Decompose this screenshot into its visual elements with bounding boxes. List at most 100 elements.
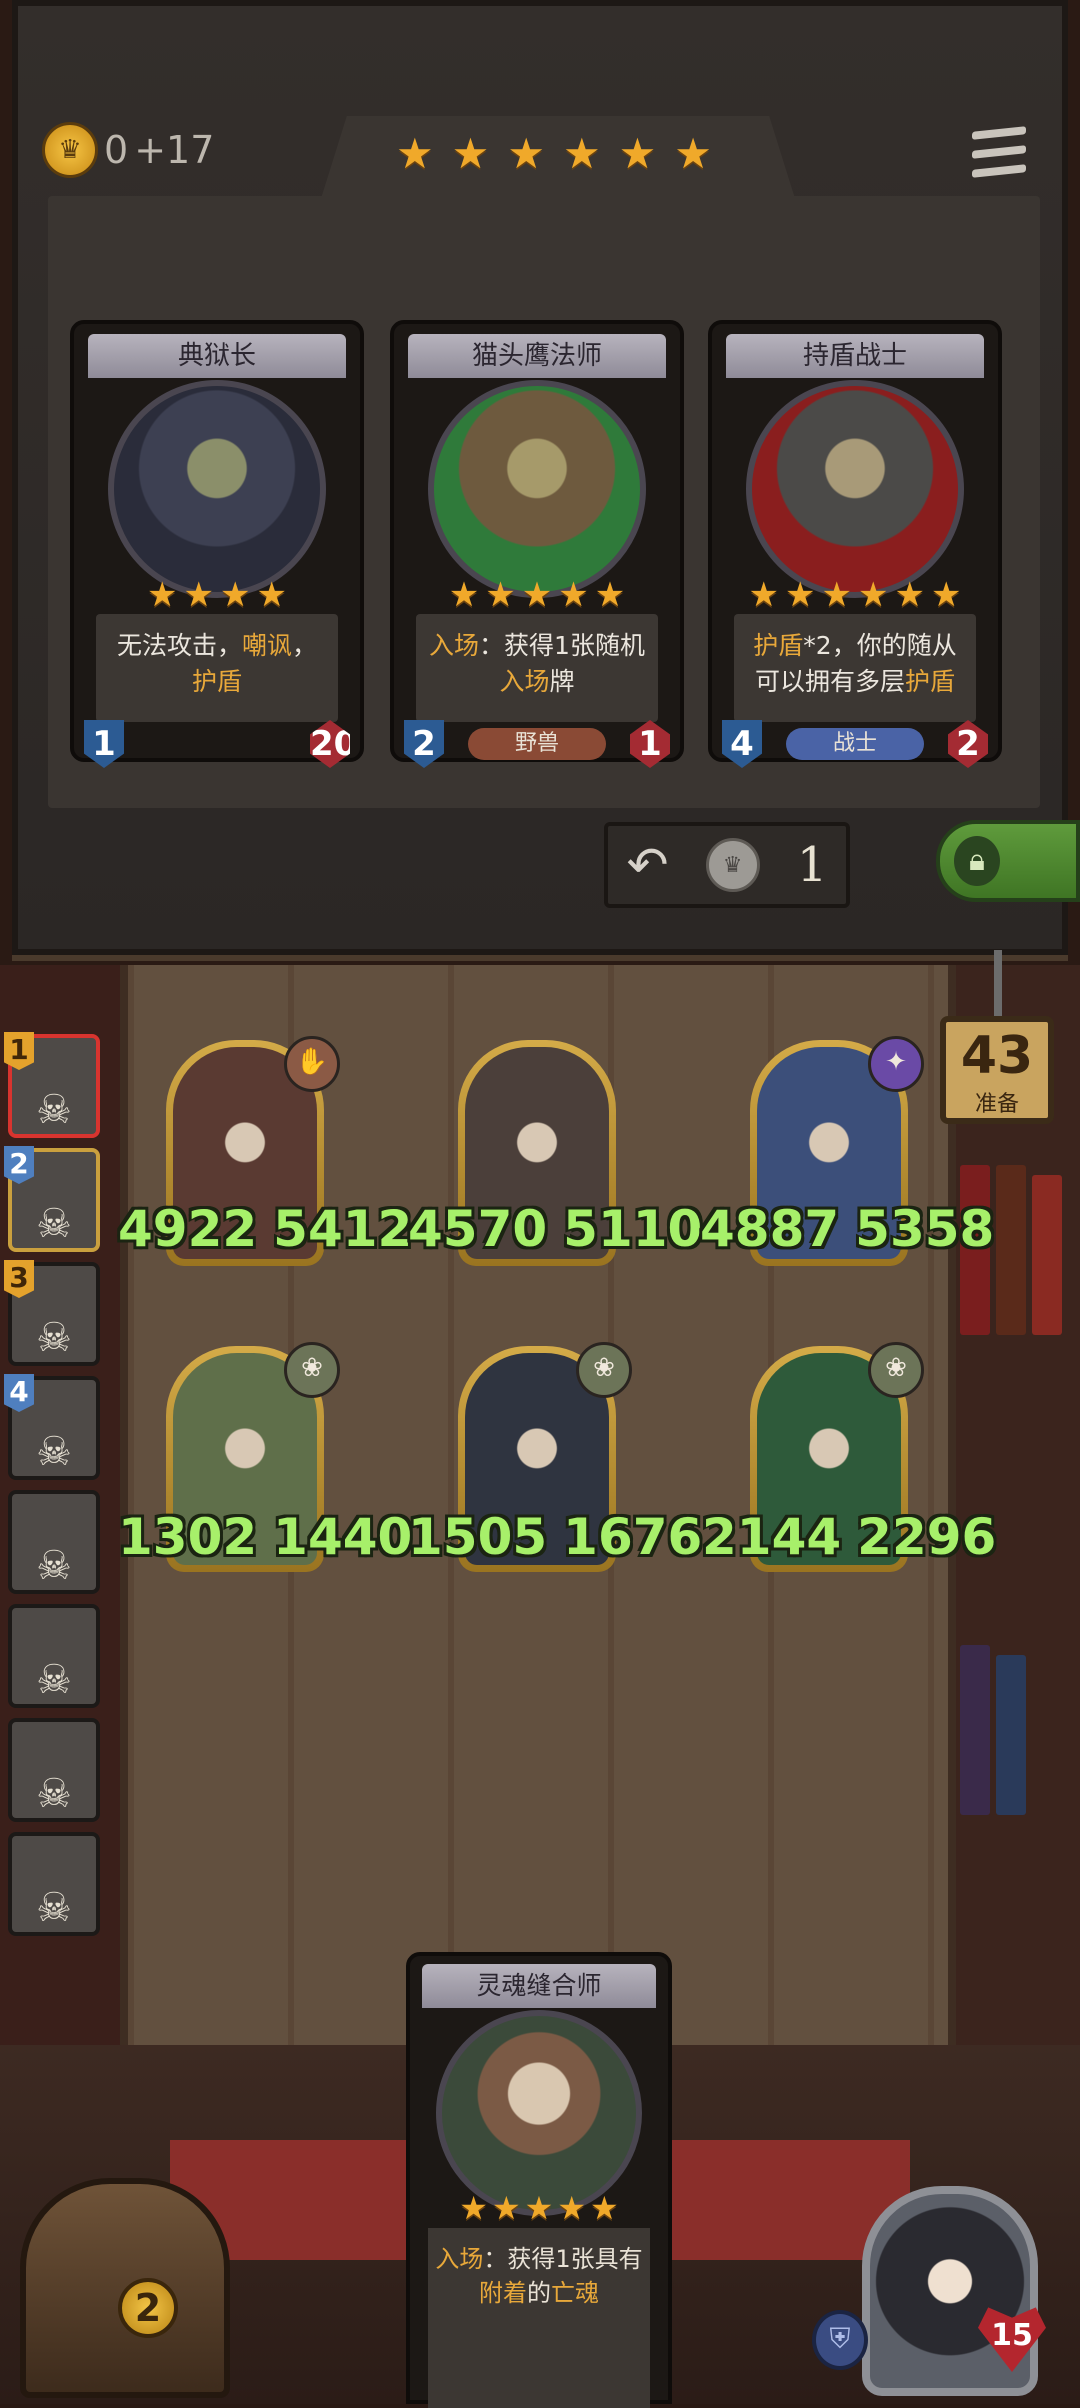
opponent-portrait[interactable]: ☠: [8, 1490, 100, 1594]
skull-icon: ☠: [36, 1657, 72, 1703]
description-text: 无法攻击，: [116, 631, 242, 660]
keyword-text: 护盾: [753, 631, 804, 660]
minion-attack: 1505: [408, 1508, 548, 1566]
opponent-portrait[interactable]: 2 ☠: [4, 1146, 100, 1252]
menu-icon[interactable]: [972, 124, 1026, 180]
star-icon: ★: [894, 575, 925, 615]
shop-card-portrait: [428, 380, 646, 598]
gold-counter: ♛ 0 +17: [42, 122, 214, 178]
keyword-text: 嘲讽: [241, 631, 292, 660]
description-text: 的: [527, 2279, 551, 2307]
turn-chain: [994, 950, 1002, 1020]
minion-health: 2296: [857, 1508, 997, 1566]
shop-card-attack: 2: [404, 720, 444, 768]
opponent-portrait[interactable]: 3 ☠: [4, 1260, 100, 1366]
refresh-cost: 1: [796, 837, 828, 893]
opponent-portrait[interactable]: ☠: [8, 1832, 100, 1936]
star-icon: ★: [785, 575, 816, 615]
arcane-icon: ✦: [868, 1036, 924, 1092]
keyword-text: 附着: [479, 2279, 527, 2307]
minion-attack: 4887: [700, 1200, 840, 1258]
shop-card-attack: 4: [722, 720, 762, 768]
opponent-portrait[interactable]: ☠: [8, 1604, 100, 1708]
shop-card-description: 无法攻击，嘲讽， 护盾: [96, 614, 338, 722]
star-icon: ★: [590, 2189, 619, 2227]
star-icon: ★: [618, 129, 657, 178]
turn-number: 43: [960, 1026, 1034, 1086]
hand-card-description: 入场：获得1张具有 附着的亡魂: [428, 2228, 650, 2408]
minion-attack: 2144: [702, 1508, 842, 1566]
star-icon: ★: [448, 575, 480, 615]
minion-health: 1676: [563, 1508, 703, 1566]
shop-card-description: 入场：获得1张随机 入场牌: [416, 614, 658, 722]
shop-card-tribe: 野兽: [468, 728, 606, 760]
lock-shop-button[interactable]: 🔒︎: [936, 820, 1080, 902]
opponent-portrait[interactable]: 4 ☠: [4, 1374, 100, 1480]
minion-stats: 4887 5358: [700, 1200, 994, 1270]
gold-amount: 0: [104, 128, 129, 172]
shop-card-tribe: 战士: [786, 728, 924, 760]
skull-icon: ☠: [36, 1771, 72, 1817]
minion-stats: 1505 1676: [408, 1508, 702, 1578]
description-text: ，: [292, 631, 318, 660]
star-icon: ★: [821, 575, 852, 615]
refresh-button[interactable]: ↶ ♛ 1: [604, 822, 850, 908]
star-icon: ★: [507, 129, 545, 178]
claw-icon: ✋: [284, 1036, 340, 1092]
opponent-rank: 4: [4, 1374, 34, 1412]
keyword-text: 护盾: [905, 667, 956, 696]
description-text: 牌: [549, 667, 575, 696]
star-icon: ★: [491, 2189, 521, 2227]
star-icon: ★: [521, 575, 553, 615]
skull-icon: ☠: [36, 1543, 72, 1589]
shop-card-portrait: [746, 380, 964, 598]
star-icon: ★: [930, 575, 962, 615]
star-icon: ★: [485, 575, 516, 615]
gold-income: +17: [134, 128, 215, 172]
minion-stats: 4922 5412: [118, 1200, 412, 1270]
star-icon: ★: [256, 575, 287, 615]
star-icon: ★: [748, 575, 780, 615]
skull-icon: ☠: [36, 1201, 72, 1247]
minion-health: 5110: [563, 1200, 703, 1258]
star-icon: ★: [220, 575, 251, 615]
skull-icon: ☠: [36, 1087, 72, 1133]
star-icon: ★: [674, 129, 712, 178]
opponent-rank: 2: [4, 1146, 34, 1184]
turn-phase-label: 准备: [974, 1092, 1019, 1117]
shop-card[interactable]: 持盾战士 ★ ★ ★ ★ ★ ★ 护盾*2，你的随从 可以拥有多层护盾 4 战士 2: [708, 320, 1002, 768]
minion-stats: 2144 2296: [702, 1508, 996, 1578]
shield-icon[interactable]: ⛨: [812, 2310, 868, 2370]
keyword-text: 入场: [429, 631, 480, 660]
minion-stats: 4570 5110: [408, 1200, 702, 1270]
opponent-portrait[interactable]: ☠: [8, 1718, 100, 1822]
opponent-rank: 1: [4, 1032, 34, 1070]
minion-health: 1440: [273, 1508, 413, 1566]
hand-card-portrait: [436, 2010, 642, 2216]
crown-coin-icon: ♛: [42, 122, 98, 178]
opponent-portrait[interactable]: 1 ☠: [4, 1032, 100, 1138]
paw-icon: ❀: [576, 1342, 632, 1398]
minion-attack: 4922: [118, 1200, 258, 1258]
minion-stats: 1302 1440: [118, 1508, 412, 1578]
star-icon: ★: [562, 129, 601, 178]
minion-health: 5412: [273, 1200, 413, 1258]
lock-icon: 🔒︎: [954, 836, 1000, 886]
star-icon: ★: [147, 575, 178, 615]
description-text: 可以拥有多层: [754, 667, 905, 696]
chest-count: 2: [118, 2278, 178, 2338]
crown-coin-icon: ♛: [705, 838, 760, 892]
skull-icon: ☠: [36, 1885, 72, 1931]
keyword-text: 入场: [499, 667, 550, 696]
hand-card-name: 灵魂缝合师: [422, 1964, 656, 2008]
shop-card[interactable]: 典狱长 ★ ★ ★ ★ 无法攻击，嘲讽， 护盾 1 20: [70, 320, 364, 768]
description-text: ：获得1张随机: [479, 631, 645, 660]
shop-card-attack: 1: [84, 720, 124, 768]
keyword-text: 入场: [435, 2245, 484, 2273]
hand-card-stars: ★ ★ ★ ★ ★: [410, 2192, 668, 2224]
tavern-tier-stars: ★ ★ ★ ★ ★ ★: [396, 133, 712, 175]
shop-card-description: 护盾*2，你的随从 可以拥有多层护盾: [734, 614, 976, 722]
hand-card[interactable]: 灵魂缝合师 ★ ★ ★ ★ ★ 入场：获得1张具有 附着的亡魂: [406, 1952, 672, 2408]
shop-card[interactable]: 猫头鹰法师 ★ ★ ★ ★ ★ 入场：获得1张随机 入场牌 2 野兽 1: [390, 320, 684, 768]
star-icon: ★: [396, 129, 434, 178]
